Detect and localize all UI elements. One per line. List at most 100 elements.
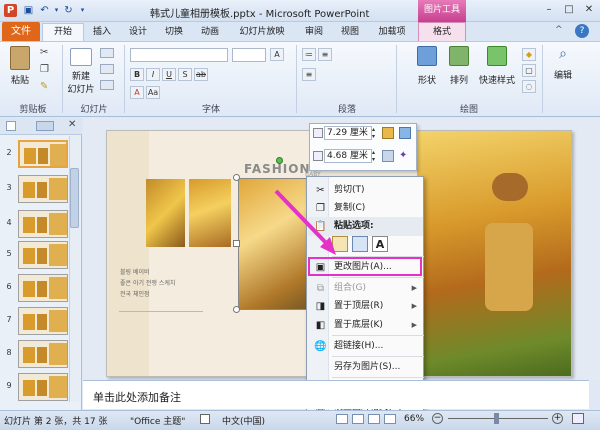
layout-icon[interactable]: [100, 48, 114, 58]
tab-file[interactable]: 文件: [2, 22, 40, 41]
crop-icon[interactable]: [382, 150, 394, 162]
italic-icon[interactable]: I: [146, 68, 160, 81]
tab-slideshow[interactable]: 幻灯片放映: [232, 25, 292, 42]
thumbnail-photo: [50, 144, 66, 166]
editing-button[interactable]: ⌕ 编辑: [548, 46, 578, 81]
shape-button[interactable]: 形状: [414, 46, 440, 86]
collapse-ribbon-icon[interactable]: ^: [555, 25, 567, 37]
notes-pane[interactable]: 单击此处添加备注: [83, 380, 589, 409]
shape-effects-icon[interactable]: ◌: [522, 80, 536, 93]
height-spinner-icon[interactable]: ▴ ▾: [372, 126, 379, 140]
thumbnail-photo: [37, 281, 47, 297]
thumbnail-photo: [37, 248, 47, 264]
spellcheck-icon[interactable]: [200, 414, 210, 424]
font-color-icon[interactable]: A: [130, 86, 144, 99]
tab-format[interactable]: 格式: [418, 22, 466, 42]
redo-icon[interactable]: ↻: [62, 4, 75, 17]
slide-thumbnail[interactable]: [18, 241, 68, 269]
submenu-arrow-icon: ▶: [411, 321, 417, 329]
maximize-icon[interactable]: □: [560, 3, 578, 17]
photo-child-1[interactable]: [146, 179, 185, 247]
paste-button[interactable]: 粘贴: [6, 46, 34, 86]
tab-transitions[interactable]: 切换: [160, 25, 188, 42]
width-field[interactable]: 4.68 厘米: [324, 149, 372, 163]
rotate-handle[interactable]: [276, 157, 283, 164]
fit-slide-icon[interactable]: [572, 413, 584, 424]
slide-thumbnail[interactable]: [18, 307, 68, 335]
new-slide-button[interactable]: 新建 幻灯片: [66, 46, 96, 95]
font-size-box[interactable]: [232, 48, 266, 62]
send-backward-icon[interactable]: [399, 127, 411, 139]
tab-insert[interactable]: 插入: [88, 25, 116, 42]
align-left-icon[interactable]: ≡: [302, 68, 316, 81]
scrollbar-thumb[interactable]: [70, 168, 79, 228]
change-case-icon[interactable]: Aa: [146, 86, 160, 99]
tab-animations[interactable]: 动画: [196, 25, 224, 42]
paste-text-only-icon[interactable]: A: [372, 236, 388, 252]
format-painter-icon[interactable]: ✎: [40, 81, 52, 93]
tab-design[interactable]: 设计: [124, 25, 152, 42]
slideshow-icon[interactable]: [384, 414, 396, 424]
photo-child-2[interactable]: [189, 179, 231, 247]
reading-view-icon[interactable]: [368, 414, 380, 424]
shadow-icon[interactable]: S: [178, 68, 192, 81]
slide-thumbnail[interactable]: [18, 274, 68, 302]
zoom-in-icon[interactable]: +: [552, 413, 563, 424]
customize-qat-icon[interactable]: ▾: [76, 4, 89, 17]
tab-review[interactable]: 审阅: [300, 25, 328, 42]
slide-thumbnail[interactable]: [18, 175, 68, 203]
menu-item-save-picture[interactable]: 另存为图片(S)...: [308, 358, 423, 377]
menu-item-bring-front[interactable]: ◨ 置于顶层(R) ▶: [308, 297, 423, 316]
reset-icon[interactable]: [100, 64, 114, 74]
status-language: 中文(中国): [222, 417, 266, 427]
grow-font-icon[interactable]: A: [270, 48, 284, 61]
menu-item-hyperlink[interactable]: 🌐 超链接(H)...: [308, 337, 423, 356]
slide-sorter-icon[interactable]: [352, 414, 364, 424]
slide-thumbnail[interactable]: [18, 210, 68, 238]
status-zoom[interactable]: 66%: [404, 414, 424, 424]
cut-icon[interactable]: ✂: [40, 47, 52, 59]
outline-view-icon[interactable]: [36, 121, 54, 131]
shape-outline-icon[interactable]: ▢: [522, 64, 536, 77]
save-icon[interactable]: ▣: [22, 4, 35, 17]
underline-icon[interactable]: U: [162, 68, 176, 81]
zoom-out-icon[interactable]: −: [432, 413, 443, 424]
selection-handle[interactable]: [233, 240, 240, 247]
slide-thumbnail[interactable]: [18, 140, 68, 168]
picture-effects-icon[interactable]: ✦: [399, 150, 411, 162]
find-icon: ⌕: [559, 46, 567, 62]
section-icon[interactable]: [100, 80, 114, 90]
bullets-icon[interactable]: ≔: [302, 48, 316, 61]
font-name-box[interactable]: [130, 48, 228, 62]
selection-handle[interactable]: [233, 306, 240, 313]
tab-addins[interactable]: 加载项: [372, 25, 412, 42]
zoom-slider-thumb[interactable]: [494, 413, 499, 424]
shapes-icon: [417, 46, 437, 66]
menu-item-label: 超链接(H)...: [334, 341, 384, 351]
numbering-icon[interactable]: ≡: [318, 48, 332, 61]
slide-thumbnail[interactable]: [18, 340, 68, 368]
tab-view[interactable]: 视图: [336, 25, 364, 42]
status-theme: "Office 主题": [130, 417, 186, 427]
bring-forward-icon[interactable]: [382, 127, 394, 139]
quick-styles-button[interactable]: 快速样式: [476, 46, 518, 86]
selection-handle[interactable]: [233, 174, 240, 181]
tab-home[interactable]: 开始: [42, 23, 84, 42]
close-pane-icon[interactable]: ✕: [68, 119, 80, 131]
strikethrough-icon[interactable]: ab: [194, 68, 208, 81]
normal-view-icon[interactable]: [336, 414, 348, 424]
copy-icon[interactable]: ❐: [40, 64, 52, 76]
close-icon[interactable]: ✕: [580, 3, 598, 17]
bold-icon[interactable]: B: [130, 68, 144, 81]
arrange-button[interactable]: 排列: [446, 46, 472, 86]
shape-fill-icon[interactable]: ◆: [522, 48, 536, 61]
height-field[interactable]: 7.29 厘米: [324, 126, 372, 140]
slide-thumbnail[interactable]: [18, 373, 68, 401]
paste-picture-icon[interactable]: [352, 236, 368, 252]
width-spinner-icon[interactable]: ▴ ▾: [372, 149, 379, 163]
slides-view-icon[interactable]: [6, 121, 16, 131]
thumbnail-photo: [23, 314, 35, 330]
menu-item-send-back[interactable]: ◧ 置于底层(K) ▶: [308, 316, 423, 335]
minimize-icon[interactable]: –: [540, 3, 558, 17]
help-icon[interactable]: ?: [575, 24, 589, 38]
